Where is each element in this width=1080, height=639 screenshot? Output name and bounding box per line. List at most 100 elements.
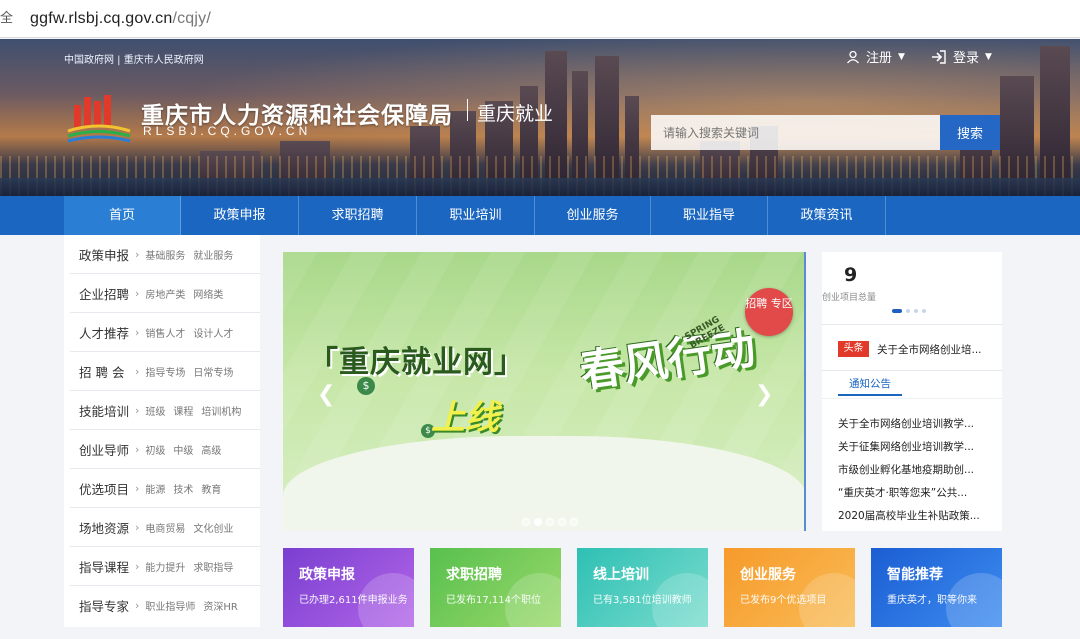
divider (822, 398, 1002, 399)
sidebar-sub-link[interactable]: 电商贸易 (145, 520, 185, 535)
card-smart-recommend[interactable]: 智能推荐 重庆英才，职等你来 (871, 548, 1002, 627)
sidebar-sub-link[interactable]: 培训机构 (201, 403, 241, 418)
carousel-dot-active[interactable] (534, 518, 542, 526)
sidebar-sub-link[interactable]: 中级 (173, 442, 193, 457)
carousel-dot[interactable] (522, 518, 530, 526)
nav-startup[interactable]: 创业服务 (535, 196, 651, 235)
pager-dot[interactable] (906, 309, 910, 313)
chevron-left-icon[interactable]: ❮ (317, 382, 335, 407)
browser-address-bar[interactable]: 全 ggfw.rlsbj.cq.gov.cn/cqjy/ (0, 0, 1080, 38)
sidebar-item-label[interactable]: 政策申报 (79, 245, 133, 264)
nav-jobs[interactable]: 求职招聘 (299, 196, 417, 235)
card-policy-apply[interactable]: 政策申报 已办理2,611件申报业务 (283, 548, 414, 627)
carousel-dot[interactable] (546, 518, 554, 526)
nav-policy[interactable]: 政策申报 (181, 196, 299, 235)
card-job-recruit[interactable]: 求职招聘 已发布17,114个职位 (430, 548, 561, 627)
sidebar-item-jobfair[interactable]: 招 聘 会 › 指导专场 日常专场 (70, 352, 260, 391)
sidebar-sub-link[interactable]: 求职指导 (193, 559, 233, 574)
sidebar-item-label[interactable]: 企业招聘 (79, 284, 133, 303)
chevron-right-icon: › (135, 481, 140, 495)
sidebar-sub-link[interactable]: 设计人才 (193, 325, 233, 340)
headline-link[interactable]: 关于全市网络创业培... (877, 342, 982, 357)
sidebar-sub-link[interactable]: 日常专场 (193, 364, 233, 379)
sidebar-item-projects[interactable]: 优选项目 › 能源 技术 教育 (70, 469, 260, 508)
sidebar-sub-link[interactable]: 课程 (173, 403, 193, 418)
chevron-right-icon: › (135, 247, 140, 261)
top-links[interactable]: 中国政府网 | 重庆市人民政府网 (64, 51, 204, 66)
nav-home[interactable]: 首页 (64, 196, 181, 235)
divider (822, 370, 1002, 371)
tab-notices[interactable]: 通知公告 (838, 376, 902, 396)
chevron-right-icon[interactable]: ❯ (755, 382, 773, 407)
chevron-right-icon: › (135, 559, 140, 573)
sidebar-item-label[interactable]: 人才推荐 (79, 323, 133, 342)
main-nav: 首页 政策申报 求职招聘 职业培训 创业服务 职业指导 政策资讯 (0, 196, 1080, 235)
sidebar-sub-link[interactable]: 高级 (201, 442, 221, 457)
sidebar-item-label[interactable]: 创业导师 (79, 440, 133, 459)
banner-carousel[interactable]: $ $ 「重庆就业网」 春风行动 SPRING BREEZE 上线 招聘 专区 … (283, 252, 806, 531)
sidebar-sub-link[interactable]: 职业指导师 (145, 598, 195, 613)
sidebar-sub-link[interactable]: 文化创业 (193, 520, 233, 535)
notice-link[interactable]: 2020届高校毕业生补贴政策... (838, 508, 980, 523)
search-button[interactable]: 搜索 (940, 115, 1000, 150)
pager-dot[interactable] (914, 309, 918, 313)
register-link[interactable]: 注册 ▼ (846, 47, 905, 66)
sidebar-item-label[interactable]: 场地资源 (79, 518, 133, 537)
sidebar-sub-link[interactable]: 房地产类 (145, 286, 185, 301)
sidebar-item-policy[interactable]: 政策申报 › 基础服务 就业服务 (70, 235, 260, 274)
search-input[interactable] (651, 115, 940, 150)
nav-training[interactable]: 职业培训 (417, 196, 535, 235)
carousel-dot[interactable] (570, 518, 578, 526)
recruit-zone-badge[interactable]: 招聘 专区 (745, 288, 793, 336)
card-online-training[interactable]: 线上培训 已有3,581位培训教师 (577, 548, 708, 627)
sidebar-sub-link[interactable]: 能力提升 (145, 559, 185, 574)
sidebar-item-recruit[interactable]: 企业招聘 › 房地产类 网络类 (70, 274, 260, 313)
sidebar-sub-link[interactable]: 技术 (173, 481, 193, 496)
info-icon[interactable]: 全 (0, 0, 13, 38)
logo-icon (67, 95, 131, 143)
notice-link[interactable]: 关于征集网络创业培训教学... (838, 439, 974, 454)
nav-guidance[interactable]: 职业指导 (651, 196, 768, 235)
notice-link[interactable]: 关于全市网络创业培训教学... (838, 416, 974, 431)
divider (822, 324, 1002, 325)
sidebar-item-skills[interactable]: 技能培训 › 班级 课程 培训机构 (70, 391, 260, 430)
notice-link[interactable]: “重庆英才·职等您来”公共... (838, 485, 967, 500)
notice-link[interactable]: 市级创业孵化基地疫期助创... (838, 462, 974, 477)
stat-pager (892, 309, 926, 313)
address-url[interactable]: ggfw.rlsbj.cq.gov.cn/cqjy/ (30, 10, 211, 28)
sidebar-sub-link[interactable]: 就业服务 (193, 247, 233, 262)
card-startup-service[interactable]: 创业服务 已发布9个优选项目 (724, 548, 855, 627)
sidebar-item-talent[interactable]: 人才推荐 › 销售人才 设计人才 (70, 313, 260, 352)
url-path: /cqjy/ (172, 9, 211, 27)
sidebar-item-label[interactable]: 指导专家 (79, 596, 133, 615)
sidebar-item-mentor[interactable]: 创业导师 › 初级 中级 高级 (70, 430, 260, 469)
sidebar-item-courses[interactable]: 指导课程 › 能力提升 求职指导 (70, 547, 260, 586)
sidebar-sub-link[interactable]: 教育 (201, 481, 221, 496)
sidebar-sub-link[interactable]: 班级 (145, 403, 165, 418)
nav-news[interactable]: 政策资讯 (768, 196, 886, 235)
sidebar-item-label[interactable]: 优选项目 (79, 479, 133, 498)
login-link[interactable]: 登录 ▼ (931, 47, 992, 66)
info-panel: 9 创业项目总量 头条 关于全市网络创业培... 通知公告 关于全市网络创业培训… (822, 252, 1002, 531)
sidebar-sub-link[interactable]: 初级 (145, 442, 165, 457)
sidebar-item-experts[interactable]: 指导专家 › 职业指导师 资深HR (70, 586, 260, 625)
site-subtitle: 重庆就业 (477, 103, 554, 125)
sidebar-sub-link[interactable]: 销售人才 (145, 325, 185, 340)
sidebar-sub-link[interactable]: 指导专场 (145, 364, 185, 379)
sidebar-item-label[interactable]: 指导课程 (79, 557, 133, 576)
slide-title: 「重庆就业网」 (308, 345, 525, 380)
sidebar-sub-link[interactable]: 网络类 (193, 286, 223, 301)
pager-dot-active[interactable] (892, 309, 902, 313)
sidebar-sub-link[interactable]: 资深HR (203, 598, 237, 613)
sidebar-item-venues[interactable]: 场地资源 › 电商贸易 文化创业 (70, 508, 260, 547)
sidebar-item-label[interactable]: 技能培训 (79, 401, 133, 420)
site-domain: RLSBJ.CQ.GOV.CN (143, 124, 312, 138)
card-desc: 重庆英才，职等你来 (887, 595, 977, 606)
stat-value: 9 (844, 264, 858, 286)
pager-dot[interactable] (922, 309, 926, 313)
sidebar-sub-link[interactable]: 基础服务 (145, 247, 185, 262)
carousel-dot[interactable] (558, 518, 566, 526)
title-divider (467, 99, 468, 121)
sidebar-sub-link[interactable]: 能源 (145, 481, 165, 496)
sidebar-item-label[interactable]: 招 聘 会 (79, 362, 133, 381)
